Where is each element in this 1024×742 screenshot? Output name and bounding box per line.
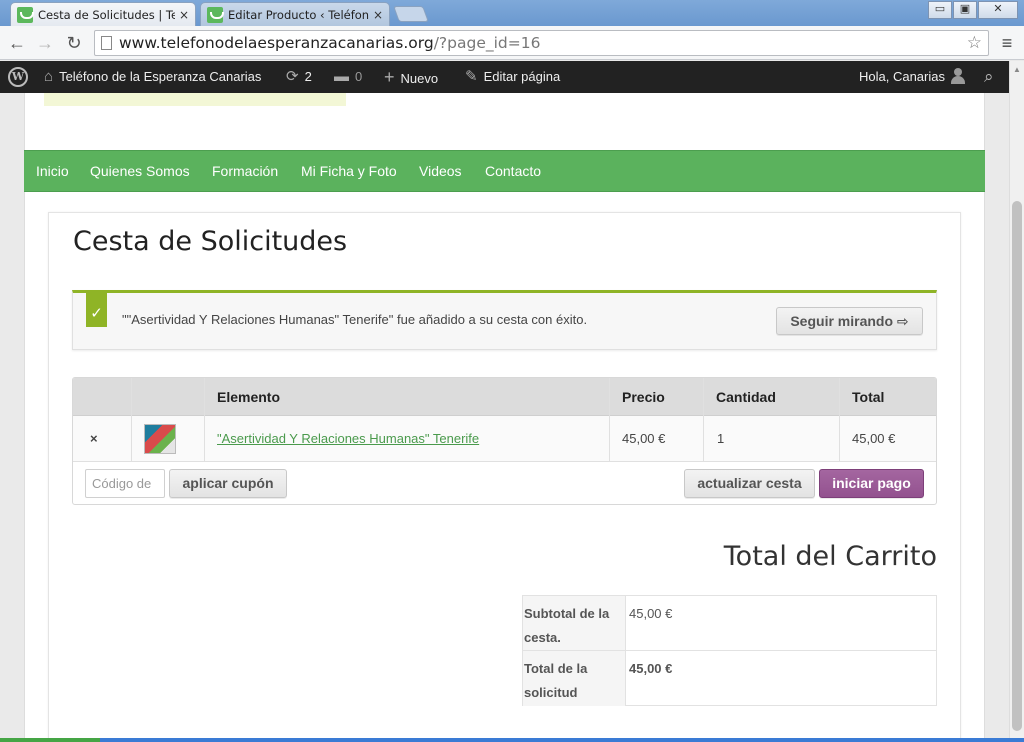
remove-item-icon[interactable]: ×: [90, 416, 98, 462]
header-product: Elemento: [217, 389, 281, 405]
checkout-button[interactable]: iniciar pago: [819, 469, 924, 498]
new-tab-button[interactable]: [393, 6, 429, 22]
scroll-up-arrow-icon[interactable]: ▲: [1013, 65, 1021, 74]
product-name-cell: "Asertividad Y Relaciones Humanas" Tener…: [217, 416, 479, 462]
admin-new[interactable]: + Nuevo: [384, 61, 438, 93]
greeting-label: Hola, Canarias: [859, 69, 945, 84]
nav-item-inicio[interactable]: Inicio: [36, 151, 69, 192]
tab-close-icon[interactable]: ×: [373, 8, 383, 22]
back-arrow-icon[interactable]: ←: [6, 32, 28, 54]
header-banner: [44, 93, 346, 106]
update-cart-button[interactable]: actualizar cesta: [684, 469, 815, 498]
nav-item-videos[interactable]: Videos: [419, 151, 462, 192]
cart-header-row: Elemento Precio Cantidad Total: [73, 378, 936, 416]
nav-item-contacto[interactable]: Contacto: [485, 151, 541, 192]
wordpress-logo-icon[interactable]: W: [8, 67, 28, 87]
page-title: Cesta de Solicitudes: [73, 226, 348, 257]
pencil-icon: ✎: [465, 68, 478, 85]
header-quantity: Cantidad: [716, 389, 776, 405]
order-total-label: Total de la solicitud: [523, 651, 626, 706]
cart-table: Elemento Precio Cantidad Total × "Aserti…: [72, 377, 937, 505]
browser-menu-icon[interactable]: ≡: [996, 32, 1018, 54]
order-total-value: 45,00 €: [629, 661, 673, 676]
scroll-thumb[interactable]: [1012, 201, 1022, 731]
coupon-input[interactable]: Código de: [85, 469, 165, 498]
cart-totals-table: Subtotal de la cesta. 45,00 € Total de l…: [522, 595, 937, 706]
site-name-label: Teléfono de la Esperanza Canarias: [59, 69, 262, 84]
comments-icon: ▬: [334, 68, 349, 85]
nav-item-formacion[interactable]: Formación: [212, 151, 278, 192]
admin-updates[interactable]: ⟳ 2: [286, 61, 312, 93]
column-divider: [131, 378, 132, 462]
main-navigation: Inicio Quienes Somos Formación Mi Ficha …: [24, 150, 985, 192]
nav-item-mi-ficha[interactable]: Mi Ficha y Foto: [301, 151, 397, 192]
browser-tab-inactive[interactable]: Editar Producto ‹ Teléfono de la Esperan…: [200, 2, 390, 26]
browser-toolbar: ← → ↻ www.telefonodelaesperanzacanarias.…: [0, 26, 1024, 60]
window-minimize-button[interactable]: ▭: [928, 1, 952, 19]
column-divider: [609, 378, 610, 462]
tab-title: Cesta de Solicitudes | Teléfono de la: [38, 7, 175, 22]
header-total: Total: [852, 389, 885, 405]
browser-tab-active[interactable]: Cesta de Solicitudes | Teléfono de la ×: [10, 2, 196, 26]
product-thumbnail[interactable]: [144, 424, 176, 454]
admin-site-name[interactable]: ⌂ Teléfono de la Esperanza Canarias: [44, 61, 261, 93]
product-quantity-input[interactable]: 1: [717, 416, 724, 462]
bookmark-star-icon[interactable]: ☆: [967, 31, 982, 55]
admin-account[interactable]: Hola, Canarias: [859, 61, 965, 93]
cart-totals-title: Total del Carrito: [723, 541, 937, 572]
apply-coupon-button[interactable]: aplicar cupón: [169, 469, 287, 498]
column-divider: [703, 378, 704, 462]
subtotal-label: Subtotal de la cesta.: [523, 596, 626, 650]
url-path: /?page_id=16: [433, 34, 541, 52]
page-icon: [101, 36, 112, 50]
admin-search-icon[interactable]: ⌕: [984, 61, 994, 93]
nav-item-quienes-somos[interactable]: Quienes Somos: [90, 151, 190, 192]
new-label: Nuevo: [400, 71, 439, 86]
column-divider: [204, 378, 205, 462]
wp-admin-bar: W ⌂ Teléfono de la Esperanza Canarias ⟳ 2 …: [0, 61, 1009, 93]
address-bar[interactable]: www.telefonodelaesperanzacanarias.org/?p…: [94, 30, 989, 56]
forward-arrow-icon[interactable]: →: [34, 32, 56, 54]
plus-icon: +: [384, 67, 395, 87]
updates-count: 2: [304, 69, 312, 84]
user-avatar-icon: [951, 68, 965, 84]
home-icon: ⌂: [44, 68, 54, 85]
reload-icon[interactable]: ↻: [63, 32, 85, 54]
tab-title: Editar Producto ‹ Teléfono de la Esperan…: [228, 7, 369, 22]
notice-message: ""Asertividad Y Relaciones Humanas" Tene…: [122, 312, 588, 327]
taskbar-strip: [0, 738, 1024, 742]
header-price: Precio: [622, 389, 665, 405]
page-scrollbar[interactable]: ▲: [1009, 61, 1024, 742]
subtotal-value: 45,00 €: [629, 606, 673, 621]
comments-count: 0: [355, 69, 363, 84]
window-restore-button[interactable]: ▣: [953, 1, 977, 19]
continue-shopping-button[interactable]: Seguir mirando ⇨: [776, 307, 923, 335]
admin-comments[interactable]: ▬ 0: [334, 61, 362, 93]
window-close-button[interactable]: ✕: [978, 1, 1018, 19]
site-favicon-icon: [17, 6, 34, 23]
checkmark-icon: ✓: [86, 293, 107, 327]
edit-page-label: Editar página: [483, 69, 561, 84]
cart-item-row: × "Asertividad Y Relaciones Humanas" Ten…: [73, 416, 936, 462]
admin-edit-page[interactable]: ✎ Editar página: [465, 61, 560, 93]
column-divider: [839, 378, 840, 462]
product-link[interactable]: "Asertividad Y Relaciones Humanas" Tener…: [217, 431, 479, 446]
product-total: 45,00 €: [852, 431, 896, 446]
url-host: www.telefonodelaesperanzacanarias.org: [119, 34, 434, 52]
tab-close-icon[interactable]: ×: [179, 8, 189, 22]
updates-icon: ⟳: [286, 68, 299, 85]
site-favicon-icon: [207, 6, 224, 23]
product-price: 45,00 €: [622, 431, 666, 446]
